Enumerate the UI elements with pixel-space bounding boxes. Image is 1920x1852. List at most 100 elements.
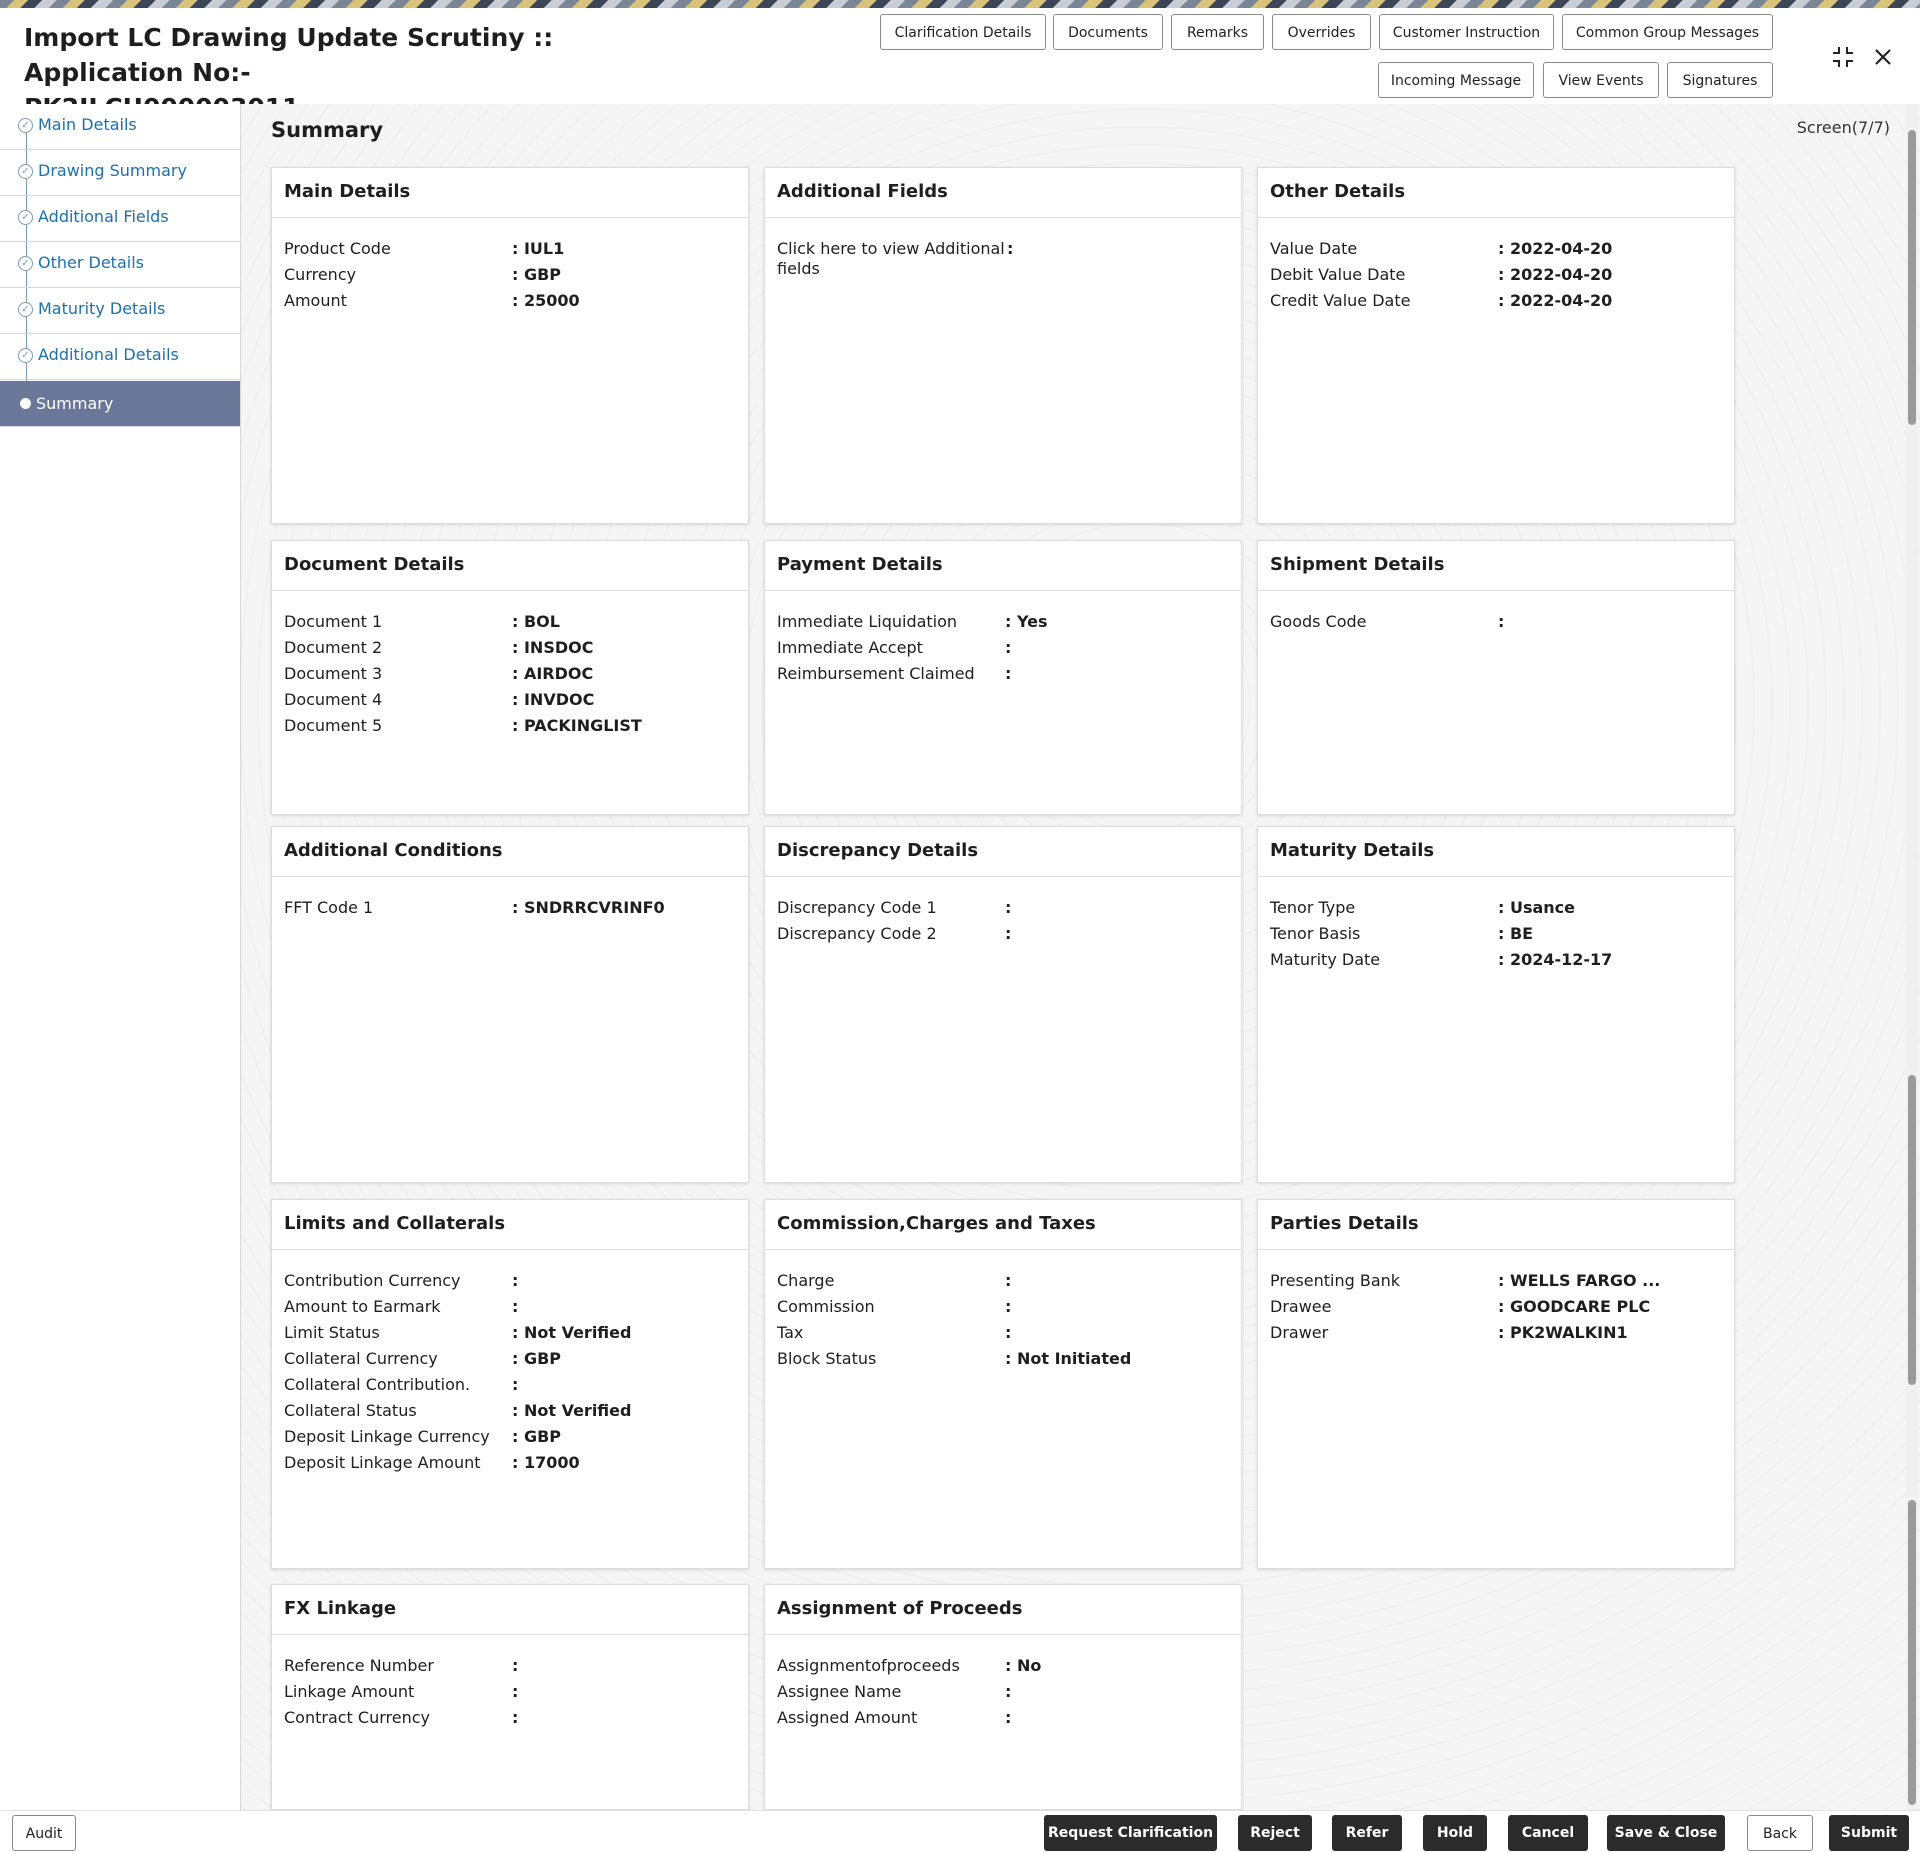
signatures-button[interactable]: Signatures [1667, 62, 1773, 98]
field-value: : [512, 1653, 518, 1679]
scrollbar-thumb[interactable] [1908, 130, 1916, 425]
field-label: Document 4 [284, 687, 512, 713]
collapse-icon[interactable] [1830, 44, 1856, 70]
sidebar-item-maturity-details[interactable]: ✓ Maturity Details [0, 288, 240, 334]
field-label: Amount [284, 288, 512, 314]
sidebar-item-label: Summary [36, 394, 113, 413]
field-label: Commission [777, 1294, 1005, 1320]
field-row: Tax: [777, 1320, 1229, 1346]
field-value: : [1005, 1705, 1011, 1731]
overrides-button[interactable]: Overrides [1272, 14, 1371, 50]
documents-button[interactable]: Documents [1053, 14, 1163, 50]
sidebar-item-summary[interactable]: Summary [0, 381, 240, 427]
field-row: Amount to Earmark: [284, 1294, 736, 1320]
field-row: Click here to view Additional fields: [777, 236, 1229, 279]
audit-button[interactable]: Audit [12, 1815, 76, 1851]
field-label: Discrepancy Code 1 [777, 895, 1005, 921]
card-additional-fields[interactable]: Additional Fields Click here to view Add… [764, 167, 1242, 524]
field-value: : BE [1498, 921, 1533, 947]
close-icon[interactable] [1870, 44, 1896, 70]
sidebar-item-label: Other Details [38, 253, 144, 272]
field-label: Assignee Name [777, 1679, 1005, 1705]
top-banner-strip [0, 0, 1920, 8]
sidebar-item-additional-details[interactable]: ✓ Additional Details [0, 334, 240, 380]
refer-button[interactable]: Refer [1332, 1815, 1402, 1851]
field-label: Amount to Earmark [284, 1294, 512, 1320]
card-title: Parties Details [1258, 1200, 1734, 1250]
field-label: Tax [777, 1320, 1005, 1346]
field-value: : [1005, 1320, 1011, 1346]
field-value: : [512, 1268, 518, 1294]
scrollbar-thumb[interactable] [1908, 1075, 1916, 1385]
field-value: : 2022-04-20 [1498, 262, 1612, 288]
hold-button[interactable]: Hold [1423, 1815, 1487, 1851]
submit-button[interactable]: Submit [1829, 1815, 1909, 1851]
card-title: Main Details [272, 168, 748, 218]
field-label: Assigned Amount [777, 1705, 1005, 1731]
field-label: Assignmentofproceeds [777, 1653, 1005, 1679]
field-value: : 2024-12-17 [1498, 947, 1612, 973]
card-main-details: Main Details Product Code: IUL1Currency:… [271, 167, 749, 524]
field-row: Assigned Amount: [777, 1705, 1229, 1731]
save-close-button[interactable]: Save & Close [1607, 1815, 1725, 1851]
card-assignment-of-proceeds: Assignment of Proceeds Assignmentofproce… [764, 1584, 1242, 1810]
main-content: Summary Screen(7/7) Main Details Product… [241, 104, 1920, 1810]
field-label: Document 1 [284, 609, 512, 635]
field-row: Discrepancy Code 2: [777, 921, 1229, 947]
common-group-messages-button[interactable]: Common Group Messages [1562, 14, 1773, 50]
field-row: Collateral Contribution.: [284, 1372, 736, 1398]
field-label: Goods Code [1270, 609, 1498, 635]
sidebar-item-label: Additional Details [38, 345, 179, 364]
field-row: Document 4: INVDOC [284, 687, 736, 713]
field-label: Presenting Bank [1270, 1268, 1498, 1294]
scrollbar-thumb[interactable] [1908, 1500, 1916, 1805]
sidebar-item-drawing-summary[interactable]: ✓ Drawing Summary [0, 150, 240, 196]
remarks-button[interactable]: Remarks [1171, 14, 1264, 50]
field-value: : [1005, 921, 1011, 947]
field-value: : [512, 1294, 518, 1320]
check-circle-icon: ✓ [18, 118, 33, 133]
field-value: : 2022-04-20 [1498, 288, 1612, 314]
screen-indicator: Screen(7/7) [1797, 118, 1890, 137]
sidebar-item-additional-fields[interactable]: ✓ Additional Fields [0, 196, 240, 242]
field-value: : [512, 1372, 518, 1398]
field-value: : [1498, 609, 1504, 635]
card-title: Other Details [1258, 168, 1734, 218]
field-value: : IUL1 [512, 236, 564, 262]
cancel-button[interactable]: Cancel [1508, 1815, 1588, 1851]
field-label[interactable]: Click here to view Additional fields [777, 236, 1007, 279]
back-button[interactable]: Back [1747, 1815, 1813, 1851]
field-row: Document 5: PACKINGLIST [284, 713, 736, 739]
field-row: Immediate Accept: [777, 635, 1229, 661]
card-commission-charges-taxes: Commission,Charges and Taxes Charge:Comm… [764, 1199, 1242, 1569]
field-row: Immediate Liquidation: Yes [777, 609, 1229, 635]
field-label: FFT Code 1 [284, 895, 512, 921]
field-label: Drawer [1270, 1320, 1498, 1346]
request-clarification-button[interactable]: Request Clarification [1044, 1815, 1217, 1851]
field-row: Value Date: 2022-04-20 [1270, 236, 1722, 262]
field-value: : INSDOC [512, 635, 593, 661]
field-row: Goods Code: [1270, 609, 1722, 635]
field-label: Block Status [777, 1346, 1005, 1372]
field-value: : WELLS FARGO ... [1498, 1268, 1660, 1294]
view-events-button[interactable]: View Events [1543, 62, 1659, 98]
clarification-details-button[interactable]: Clarification Details [880, 14, 1046, 50]
field-row: Amount: 25000 [284, 288, 736, 314]
field-label: Value Date [1270, 236, 1498, 262]
field-label: Debit Value Date [1270, 262, 1498, 288]
card-limits-collaterals: Limits and Collaterals Contribution Curr… [271, 1199, 749, 1569]
sidebar-item-label: Drawing Summary [38, 161, 187, 180]
field-value: : [1005, 1268, 1011, 1294]
field-row: Document 2: INSDOC [284, 635, 736, 661]
reject-button[interactable]: Reject [1238, 1815, 1312, 1851]
field-row: Contribution Currency: [284, 1268, 736, 1294]
card-document-details: Document Details Document 1: BOLDocument… [271, 540, 749, 815]
sidebar-item-other-details[interactable]: ✓ Other Details [0, 242, 240, 288]
customer-instruction-button[interactable]: Customer Instruction [1379, 14, 1554, 50]
incoming-message-button[interactable]: Incoming Message [1378, 62, 1534, 98]
sidebar-item-main-details[interactable]: ✓ Main Details [0, 104, 240, 150]
card-title: Shipment Details [1258, 541, 1734, 591]
field-value: : Not Verified [512, 1398, 631, 1424]
field-row: Tenor Type: Usance [1270, 895, 1722, 921]
field-row: Currency: GBP [284, 262, 736, 288]
